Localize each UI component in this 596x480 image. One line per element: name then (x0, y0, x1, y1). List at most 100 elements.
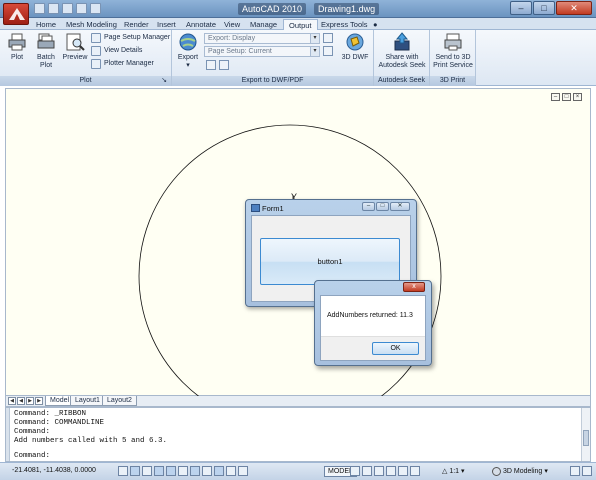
object-snap-tracking-icon[interactable] (190, 466, 200, 476)
ok-button[interactable]: OK (372, 342, 419, 355)
tab-mesh-modeling[interactable]: Mesh Modeling (61, 19, 122, 30)
next-tab-icon[interactable]: ▶ (26, 397, 34, 405)
chevron-down-icon: ▾ (310, 47, 319, 56)
ribbon-tab-bar: Home Mesh Modeling Render Insert Annotat… (0, 18, 596, 31)
3d-print-label-2: Print Service (433, 62, 473, 69)
3d-dwf-button[interactable]: 3D DWF (340, 32, 370, 62)
new-icon[interactable] (34, 3, 45, 14)
object-snap-icon[interactable] (166, 466, 176, 476)
3d-dwf-label: 3D DWF (341, 54, 369, 61)
form1-window-controls: – □ ✕ (362, 202, 410, 211)
button1[interactable]: button1 (260, 238, 400, 285)
plot-panel-title[interactable]: Plot ↘ (0, 76, 171, 86)
form1-maximize-button[interactable]: □ (376, 202, 389, 211)
grid-display-icon[interactable] (130, 466, 140, 476)
command-input[interactable]: Command: (14, 452, 50, 460)
message-text: AddNumbers returned: 11.3 (327, 312, 413, 319)
save-icon[interactable] (62, 3, 73, 14)
form-icon (251, 204, 260, 212)
lock-icon[interactable] (570, 466, 580, 476)
open-icon[interactable] (48, 3, 59, 14)
preview-export-icon[interactable] (206, 60, 216, 70)
steering-wheel-icon[interactable] (398, 466, 408, 476)
message-box[interactable]: x AddNumbers returned: 11.3 OK (314, 280, 432, 366)
command-scrollbar[interactable] (581, 408, 590, 461)
batch-plot-label-1: Batch (37, 54, 55, 61)
plot-panel: Plot Batch Plot Preview Page Setup Manag… (0, 30, 172, 86)
preview-button[interactable]: Preview (61, 32, 89, 62)
command-line-window: Command: _RIBBON Command: COMMANDLINE Co… (5, 407, 591, 462)
plot-button[interactable]: Plot (6, 32, 28, 62)
title-bar: AutoCAD 2010 Drawing1.dwg – □ ✕ (0, 0, 596, 18)
polar-tracking-icon[interactable] (154, 466, 164, 476)
layout-tab-layout2[interactable]: Layout2 (102, 396, 137, 406)
send-to-3d-print-button[interactable]: Send to 3D Print Service (431, 32, 475, 70)
share-with-seek-button[interactable]: Share with Autodesk Seek (376, 32, 428, 70)
3d-object-snap-icon[interactable] (178, 466, 188, 476)
form1-minimize-button[interactable]: – (362, 202, 375, 211)
pan-icon[interactable] (374, 466, 384, 476)
app-menu-button[interactable] (3, 3, 29, 25)
redo-icon[interactable] (90, 3, 101, 14)
minimize-button[interactable]: – (510, 1, 532, 15)
coordinates-readout[interactable]: -21.4081, -11.4038, 0.0000 (12, 467, 96, 474)
dynamic-ucs-icon[interactable] (202, 466, 212, 476)
close-button[interactable]: ✕ (556, 1, 592, 15)
panel-launcher-icon[interactable]: ↘ (161, 76, 167, 86)
first-tab-icon[interactable]: ◀ (8, 397, 16, 405)
ortho-mode-icon[interactable] (142, 466, 152, 476)
seek-panel-title: Autodesk Seek (374, 76, 429, 86)
view-details-icon (91, 46, 101, 56)
document-name: Drawing1.dwg (314, 3, 380, 15)
tab-annotate[interactable]: Annotate (181, 19, 221, 30)
message-box-close-button[interactable]: x (403, 282, 425, 292)
tab-home[interactable]: Home (31, 19, 61, 30)
form1-close-button[interactable]: ✕ (390, 202, 410, 211)
batch-plot-label-2: Plot (39, 62, 53, 69)
command-scrollbar-thumb[interactable] (583, 430, 589, 446)
quick-view-drawings-icon[interactable] (362, 466, 372, 476)
quick-view-layouts-icon[interactable] (350, 466, 360, 476)
plotter-manager-icon (91, 59, 101, 69)
export-options-icon[interactable] (323, 33, 333, 43)
command-history-line: Command: (14, 428, 51, 436)
status-bar: -21.4081, -11.4038, 0.0000 MODEL △ 1:1 ▾… (0, 462, 596, 480)
maximize-button[interactable]: □ (533, 1, 555, 15)
last-tab-icon[interactable]: ▶ (35, 397, 43, 405)
command-history-line: Add numbers called with 5 and 6.3. (14, 437, 168, 445)
drafting-settings-toggles (118, 466, 248, 476)
tab-express-tools[interactable]: Express Tools (316, 19, 373, 30)
plotter-manager-button[interactable]: Plotter Manager (91, 59, 154, 69)
undo-icon[interactable] (76, 3, 87, 14)
page-setup-combo[interactable]: Page Setup: Current ▾ (204, 46, 320, 57)
page-setup-options-icon[interactable] (323, 46, 333, 56)
export-combo[interactable]: Export: Display ▾ (204, 33, 320, 44)
share-seek-icon (394, 32, 410, 51)
showmotion-icon[interactable] (410, 466, 420, 476)
workspace-switcher[interactable]: 3D Modeling ▾ (492, 466, 548, 477)
ribbon-minimize-icon[interactable]: ● (370, 19, 381, 30)
tab-view[interactable]: View (219, 19, 245, 30)
batch-plot-button[interactable]: Batch Plot (34, 32, 58, 70)
clean-screen-icon[interactable] (582, 466, 592, 476)
snap-mode-icon[interactable] (118, 466, 128, 476)
export-button[interactable]: Export ▾ (176, 32, 200, 70)
page-setup-manager-button[interactable]: Page Setup Manager (91, 33, 170, 43)
lineweight-icon[interactable] (226, 466, 236, 476)
tab-insert[interactable]: Insert (152, 19, 181, 30)
layout-tab-layout1[interactable]: Layout1 (70, 396, 105, 406)
chevron-down-icon: ▾ (461, 468, 465, 475)
tab-render[interactable]: Render (119, 19, 154, 30)
gear-icon (492, 467, 501, 476)
annotation-scale[interactable]: △ 1:1 ▾ (442, 467, 465, 475)
zoom-icon[interactable] (386, 466, 396, 476)
tab-manage[interactable]: Manage (245, 19, 282, 30)
chevron-down-icon: ▾ (544, 467, 548, 475)
export-settings-icon[interactable] (219, 60, 229, 70)
prev-tab-icon[interactable]: ◀ (17, 397, 25, 405)
dynamic-input-icon[interactable] (214, 466, 224, 476)
quick-properties-icon[interactable] (238, 466, 248, 476)
command-line-grip[interactable] (6, 408, 10, 461)
view-details-button[interactable]: View Details (91, 46, 142, 56)
plot-label: Plot (10, 54, 24, 61)
